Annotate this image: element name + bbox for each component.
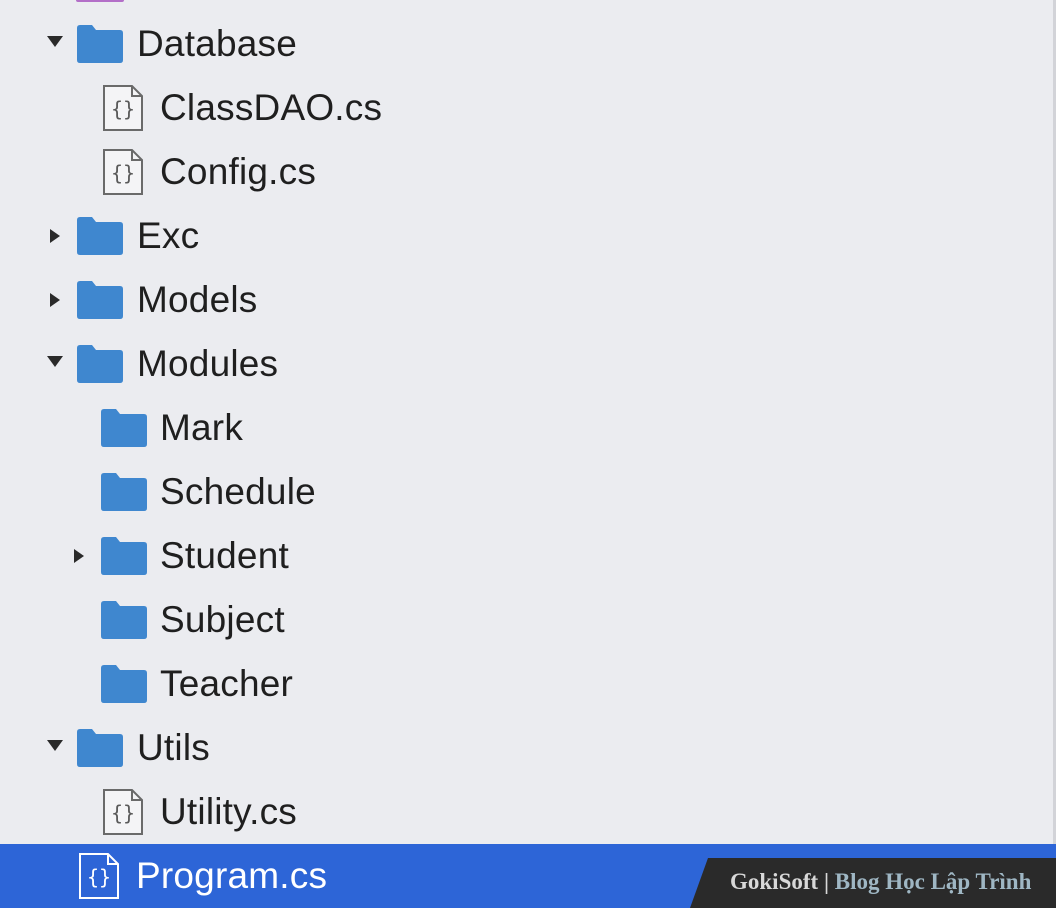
folder-icon [75,728,125,768]
disclosure-expanded-icon[interactable] [47,36,63,47]
tree-item-utils[interactable]: Utils [0,716,1053,780]
tree-item-label: Modules [137,343,279,384]
watermark-text: GokiSoft | Blog Học Lập Trình [730,869,1031,895]
tree-item-label: Utils [137,727,210,768]
tree-item-label: Exc [137,215,200,256]
tree-item-student[interactable]: Student [0,524,1053,588]
disclosure-expanded-icon[interactable] [47,356,63,367]
csharp-file-icon: {} [102,84,144,132]
svg-text:{}: {} [87,865,111,889]
tree-item-label: Program.cs [136,855,328,896]
folder-icon [75,216,125,256]
folder-icon [99,664,149,704]
disclosure-expanded-icon[interactable] [47,740,63,751]
disclosure-collapsed-icon[interactable] [50,293,60,307]
tree-item-classdao-cs[interactable]: {} ClassDAO.cs [0,76,1053,140]
tree-item-database[interactable]: Database [0,12,1053,76]
tree-item-label: Mark [160,407,244,448]
tree-item-label: ClassDAO.cs [160,87,383,128]
svg-text:{}: {} [111,161,135,185]
watermark-separator: | [823,869,830,894]
disclosure-collapsed-icon[interactable] [74,549,84,563]
watermark-brand: GokiSoft [730,869,819,894]
tree-item-label: Config.cs [160,151,317,192]
tree-item-label: Teacher [160,663,294,704]
folder-icon [99,600,149,640]
tree-item-exc[interactable]: Exc [0,204,1053,268]
tree-item-label: Models [137,279,258,320]
disclosure-collapsed-icon[interactable] [50,229,60,243]
solution-tree: Database {} ClassDAO.cs {} Config.cs Exc… [0,0,1056,908]
folder-icon [75,24,125,64]
tree-item-subject[interactable]: Subject [0,588,1053,652]
tree-item-teacher[interactable]: Teacher [0,652,1053,716]
folder-icon [99,408,149,448]
tree-item-label: Subject [160,599,285,640]
tree-item-mark[interactable]: Mark [0,396,1053,460]
watermark-banner: GokiSoft | Blog Học Lập Trình [690,858,1056,908]
tree-item-label: Schedule [160,471,316,512]
tree-item-modules[interactable]: Modules [0,332,1053,396]
tree-item-utility-cs[interactable]: {} Utility.cs [0,780,1053,844]
svg-text:{}: {} [111,97,135,121]
tree-item-models[interactable]: Models [0,268,1053,332]
svg-text:{}: {} [111,801,135,825]
tree-item-schedule[interactable]: Schedule [0,460,1053,524]
csharp-file-icon: {} [102,788,144,836]
tree-item-label: Database [137,23,297,64]
tree-item-label: Student [160,535,289,576]
csharp-file-icon: {} [78,852,120,900]
folder-icon [75,280,125,320]
csharp-file-icon: {} [102,148,144,196]
folder-icon [99,536,149,576]
folder-icon [75,344,125,384]
tree-item-config-cs[interactable]: {} Config.cs [0,140,1053,204]
watermark-tagline: Blog Học Lập Trình [834,869,1032,894]
tree-item-label: Utility.cs [160,791,297,832]
folder-icon [99,472,149,512]
